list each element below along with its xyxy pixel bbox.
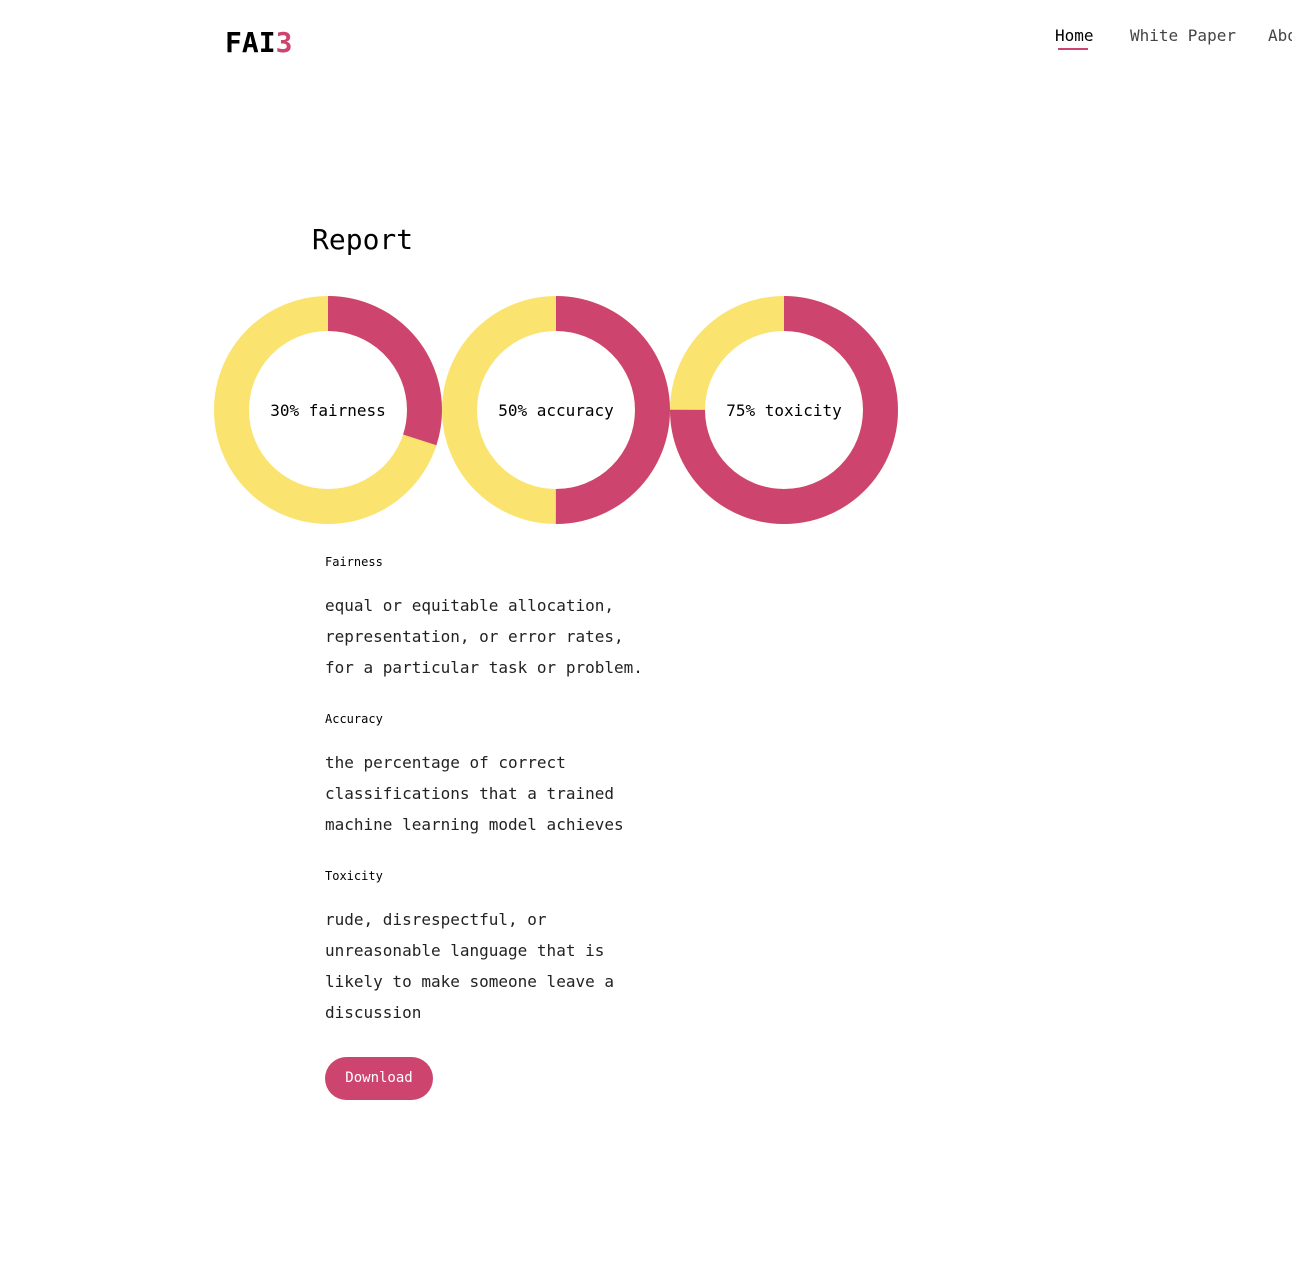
definition-term: Accuracy: [325, 712, 383, 726]
definition-line: machine learning model achieves: [325, 815, 624, 834]
donut-label: 30% fairness: [270, 401, 386, 420]
nav-item-white-paper[interactable]: White Paper: [1130, 24, 1236, 48]
download-button[interactable]: Download: [325, 1057, 433, 1100]
definition-fairness: Fairness equal or equitable allocation, …: [325, 552, 645, 683]
definition-line: likely to make someone leave a: [325, 972, 614, 991]
donut-1: 50% accuracy: [442, 296, 670, 524]
definition-toxicity: Toxicity rude, disrespectful, or unreaso…: [325, 866, 645, 1028]
page: FAI3 Home White Paper Abo Report 30% fai…: [0, 0, 1292, 1262]
donut-0: 30% fairness: [214, 296, 442, 524]
nav-item-home[interactable]: Home: [1055, 24, 1094, 48]
definition-line: the percentage of correct: [325, 753, 566, 772]
definition-line: unreasonable language that is: [325, 941, 605, 960]
definition-accuracy: Accuracy the percentage of correct class…: [325, 709, 645, 840]
donut-label: 50% accuracy: [498, 401, 614, 420]
nav-active-underline: [1058, 48, 1088, 50]
definition-line: equal or equitable allocation,: [325, 596, 614, 615]
donut-2: 75% toxicity: [670, 296, 898, 524]
definition-line: classifications that a trained: [325, 784, 614, 803]
donut-svg: 30% fairness 50% accuracy 75% toxicity: [214, 296, 898, 524]
definition-term: Toxicity: [325, 869, 383, 883]
definition-line: for a particular task or problem.: [325, 658, 643, 677]
donut-label: 75% toxicity: [726, 401, 842, 420]
definition-line: representation, or error rates,: [325, 627, 624, 646]
nav-item-about[interactable]: Abo: [1268, 24, 1292, 48]
definition-line: discussion: [325, 1003, 422, 1022]
definition-term: Fairness: [325, 555, 383, 569]
donut-charts: 30% fairness 50% accuracy 75% toxicity: [214, 296, 900, 526]
definition-line: rude, disrespectful, or: [325, 910, 547, 929]
main-nav: Home White Paper Abo: [0, 24, 1292, 64]
report-title: Report: [312, 223, 414, 256]
